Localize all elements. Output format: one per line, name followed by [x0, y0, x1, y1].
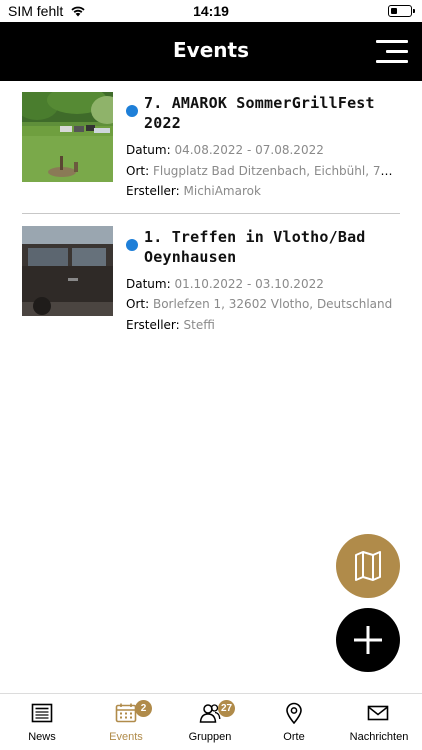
event-date: Datum: 04.08.2022 - 07.08.2022 — [126, 143, 324, 157]
newspaper-icon — [31, 703, 53, 723]
event-location: Ort: Borlefzen 1, 32602 Vlotho, Deutschl… — [126, 297, 393, 311]
page-title: Events — [173, 38, 249, 62]
event-title: 1. Treffen in Vlotho/Bad Oeynhausen — [144, 228, 366, 266]
tab-bar: News 2 Events 27 Gruppen Orte Nachrichte… — [0, 693, 422, 750]
event-creator: Ersteller: Steffi — [126, 318, 215, 332]
event-location: Ort: Flugplatz Bad Ditzenbach, Eichbühl,… — [126, 164, 396, 178]
clock: 14:19 — [193, 3, 229, 19]
plus-icon — [354, 626, 382, 654]
add-event-button[interactable] — [336, 608, 400, 672]
map-icon — [355, 551, 381, 581]
groups-badge: 27 — [218, 700, 236, 717]
event-status-dot — [126, 105, 138, 117]
status-bar: SIM fehlt 14:19 — [0, 0, 422, 22]
event-item[interactable]: 7. AMAROK SommerGrillFest 2022 Datum: 04… — [22, 92, 400, 214]
events-badge: 2 — [135, 700, 152, 717]
event-thumbnail — [22, 92, 113, 182]
tab-events[interactable]: 2 Events — [84, 694, 168, 750]
event-item[interactable]: 1. Treffen in Vlotho/Bad Oeynhausen Datu… — [22, 226, 400, 336]
menu-icon — [376, 40, 408, 43]
battery-icon — [388, 5, 415, 17]
location-pin-icon — [286, 702, 302, 724]
envelope-icon — [367, 705, 389, 721]
calendar-icon — [115, 703, 137, 723]
event-thumbnail — [22, 226, 113, 316]
map-view-button[interactable] — [336, 534, 400, 598]
tab-orte[interactable]: Orte — [252, 694, 336, 750]
tab-gruppen[interactable]: 27 Gruppen — [168, 694, 252, 750]
nav-bar: Events — [0, 22, 422, 81]
event-date: Datum: 01.10.2022 - 03.10.2022 — [126, 277, 324, 291]
event-title: 7. AMAROK SommerGrillFest 2022 — [144, 94, 375, 132]
menu-button[interactable] — [376, 40, 408, 64]
tab-news[interactable]: News — [0, 694, 84, 750]
tab-nachrichten[interactable]: Nachrichten — [336, 694, 422, 750]
event-creator: Ersteller: MichiAmarok — [126, 184, 261, 198]
event-status-dot — [126, 239, 138, 251]
